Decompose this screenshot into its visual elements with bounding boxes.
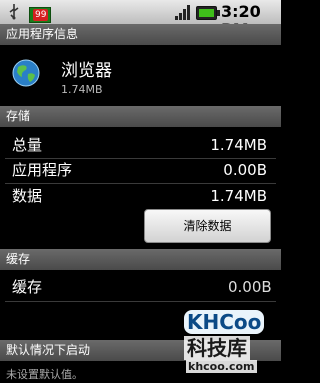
cache-label: 缓存 [12,278,43,296]
app-label: 应用程序 [12,161,73,179]
app-size: 1.74MB [61,83,103,96]
cache-value: 0.00B [228,278,272,296]
watermark-bottom: khcoo.com [186,360,257,373]
battery-icon [196,6,220,20]
usb-icon [9,4,19,20]
status-bar: 99 3:20 PM [0,0,281,39]
watermark-logo: KHCoo 科技库 khcoo.com [168,300,273,378]
market-update-icon: 99 [29,7,51,23]
app-name: 浏览器 [61,61,112,81]
watermark-top: KHCoo [184,310,265,334]
data-label: 数据 [12,187,43,205]
divider [5,183,276,184]
divider [5,158,276,159]
defaults-text: 未设置默认值。 [6,368,83,381]
watermark-middle: 科技库 [184,336,250,360]
total-label: 总量 [12,136,43,154]
page-title: 应用程序信息 [0,24,281,45]
data-value: 1.74MB [210,187,267,205]
storage-section-header: 存储 [0,106,281,127]
browser-globe-icon [12,59,40,87]
app-value: 0.00B [223,161,267,179]
signal-icon [175,5,190,20]
notification-count: 99 [33,9,49,21]
clear-data-button[interactable]: 清除数据 [144,209,271,243]
cache-section-header: 缓存 [0,249,281,270]
total-value: 1.74MB [210,136,267,154]
